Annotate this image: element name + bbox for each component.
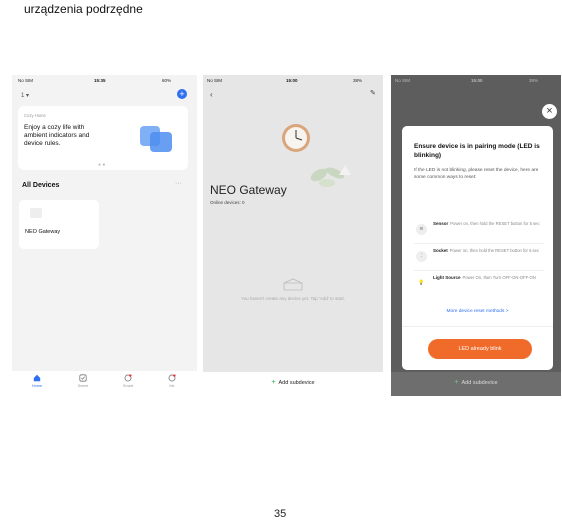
gateway-title: NEO Gateway bbox=[210, 183, 287, 197]
battery-text: 38% bbox=[353, 78, 363, 83]
reset-method-socket: ⁚ Socket Power on, then hold the RESET bu… bbox=[414, 245, 544, 271]
scene-icon bbox=[79, 374, 87, 382]
tab-smart[interactable]: Smart bbox=[113, 374, 143, 388]
home-selector[interactable]: 1 ▾ bbox=[21, 92, 29, 99]
cozy-home-card[interactable]: Cozy Home Enjoy a cozy life with ambient… bbox=[18, 106, 188, 170]
add-subdevice-bar[interactable]: + Add subdevice bbox=[203, 372, 383, 396]
device-name: NEO Gateway bbox=[25, 229, 61, 235]
smart-icon bbox=[124, 374, 132, 382]
online-devices-text: Online devices: 0 bbox=[210, 200, 245, 205]
empty-state-text: You haven't create any device yet. Tap '… bbox=[241, 296, 345, 301]
phone-pairing-dialog-screen: No SIM 15:00 38% × Ensure device is in p… bbox=[391, 75, 561, 396]
led-already-blink-button[interactable]: LED already blink bbox=[428, 339, 532, 359]
status-time: 15:00 bbox=[471, 78, 483, 83]
add-subdevice-bar: + Add subdevice bbox=[391, 372, 561, 396]
card-text: Enjoy a cozy life with ambient indicator… bbox=[24, 124, 90, 147]
me-icon bbox=[168, 374, 176, 382]
pairing-mode-dialog: Ensure device is in pairing mode (LED is… bbox=[402, 126, 553, 370]
status-time: 15:35 bbox=[94, 78, 106, 83]
more-reset-methods-link[interactable]: More device reset methods > bbox=[402, 309, 553, 314]
tab-me[interactable]: Me bbox=[157, 374, 187, 388]
device-card-neo-gateway[interactable]: NEO Gateway bbox=[19, 200, 99, 249]
edit-icon[interactable]: ✎ bbox=[370, 89, 376, 97]
socket-icon: ⁚ bbox=[416, 251, 427, 262]
chevron-down-icon: ▾ bbox=[26, 93, 30, 99]
page-heading: urządzenia podrzędne bbox=[24, 2, 143, 16]
add-subdevice-button[interactable]: Add subdevice bbox=[279, 380, 315, 386]
bulb-icon: 💡 bbox=[416, 278, 427, 289]
phone-home-screen: No SIM 15:35 60% 1 ▾ + Cozy Home Enjoy a… bbox=[12, 75, 197, 396]
plant-decoration-icon bbox=[310, 165, 351, 187]
back-icon[interactable]: ‹ bbox=[210, 90, 213, 99]
tab-home[interactable]: Home bbox=[22, 374, 52, 388]
battery-text: 38% bbox=[529, 78, 539, 83]
reset-method-light-source: 💡 Light Source Power On, then Turn OFF-ON… bbox=[414, 272, 544, 297]
add-device-button[interactable]: + bbox=[177, 89, 187, 99]
add-subdevice-button[interactable]: Add subdevice bbox=[462, 380, 498, 386]
close-icon[interactable]: × bbox=[542, 104, 557, 119]
page-number: 35 bbox=[274, 508, 287, 520]
reset-method-sensor: ≋ Sensor Power on, then hold the RESET bu… bbox=[414, 218, 544, 244]
status-bar: No SIM 15:00 38% bbox=[203, 75, 383, 87]
phone-gateway-screen: No SIM 15:00 38% ‹ ✎ NEO Gateway Online … bbox=[203, 75, 383, 396]
wall-clock-icon bbox=[282, 124, 310, 152]
tab-scene[interactable]: Scene bbox=[68, 374, 98, 388]
battery-text: 60% bbox=[162, 78, 172, 83]
sensor-icon: ≋ bbox=[416, 224, 427, 235]
status-time: 15:00 bbox=[286, 78, 298, 83]
carrier-text: No SIM bbox=[18, 78, 34, 83]
pager-dots: ● ● bbox=[98, 162, 106, 168]
more-options-icon[interactable]: ··· bbox=[175, 180, 182, 187]
carrier-text: No SIM bbox=[395, 78, 411, 83]
dialog-title: Ensure device is in pairing mode (LED is… bbox=[414, 143, 540, 159]
gateway-icon bbox=[30, 208, 42, 218]
plus-icon: + bbox=[271, 379, 276, 386]
dialog-subtitle: If the LED is not blinking, please reset… bbox=[414, 168, 539, 180]
plus-icon: + bbox=[454, 379, 459, 386]
status-bar: No SIM 15:00 38% bbox=[391, 75, 561, 87]
all-devices-title: All Devices bbox=[22, 182, 60, 189]
home-icon bbox=[33, 374, 41, 382]
carrier-text: No SIM bbox=[207, 78, 223, 83]
status-bar: No SIM 15:35 60% bbox=[12, 75, 197, 87]
cubes-illustration-icon bbox=[140, 126, 172, 152]
card-label: Cozy Home bbox=[24, 113, 46, 118]
empty-box-icon bbox=[283, 278, 303, 291]
divider bbox=[402, 326, 553, 327]
bottom-tab-bar: Home Scene Smart Me bbox=[12, 371, 197, 396]
